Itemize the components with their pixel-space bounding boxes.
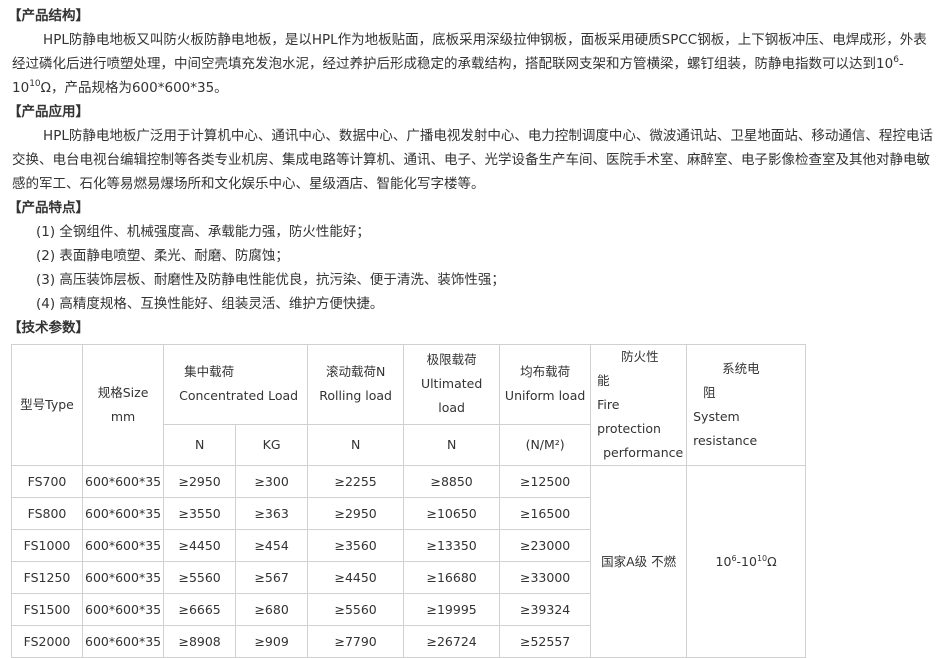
header-size: 规格Size mm: [81, 344, 165, 466]
cell-concentrated-n: ≥5560: [163, 561, 237, 594]
cell-uniform: ≥12500: [499, 465, 592, 498]
cell-system-resistance: 106-1010Ω: [686, 465, 807, 658]
header-rolling-cn: 滚动载荷N: [325, 364, 386, 380]
cell-size: 600*600*35: [81, 561, 165, 594]
structure-exponent-2: 10: [29, 79, 41, 89]
header-fire-cn-1: 防火性: [621, 349, 659, 364]
header-fire-en-1: Fire protection: [597, 397, 661, 436]
application-paragraph: HPL防静电地板广泛用于计算机中心、通讯中心、数据中心、广播电视发射中心、电力控…: [12, 128, 933, 192]
header-concentrated-cn: 集中载荷: [184, 364, 235, 380]
unit-n: N: [163, 423, 237, 467]
section-title-features: 【产品特点】: [8, 200, 89, 216]
cell-size: 600*600*35: [81, 529, 165, 562]
cell-concentrated-kg: ≥454: [235, 529, 309, 562]
cell-model: FS1500: [11, 593, 83, 626]
cell-ultimate: ≥26724: [403, 625, 501, 658]
cell-size: 600*600*35: [81, 465, 165, 498]
resistance-exponent-2: 10: [756, 553, 768, 563]
cell-uniform: ≥39324: [499, 593, 592, 626]
cell-ultimate: ≥19995: [403, 593, 501, 626]
table-row: FS700 600*600*35 ≥2950 ≥300 ≥2255 ≥8850 …: [11, 465, 807, 658]
unit-kg: KG: [235, 423, 309, 467]
header-concentrated-en: Concentrated Load: [179, 388, 299, 404]
cell-concentrated-n: ≥3550: [163, 497, 237, 530]
header-resistance-en: System resistance: [693, 409, 758, 448]
cell-concentrated-n: ≥2950: [163, 465, 237, 498]
spec-table: 型号Type 规格Size mm 集中载荷 Concentrated Load 滚动…: [11, 344, 807, 658]
cell-size: 600*600*35: [81, 625, 165, 658]
cell-ultimate: ≥10650: [403, 497, 501, 530]
cell-model: FS2000: [11, 625, 83, 658]
feature-item: (2) 表面静电喷塑、柔光、耐磨、防腐蚀；: [36, 248, 289, 264]
header-resistance-cn-1: 系统电: [722, 361, 760, 376]
section-title-structure: 【产品结构】: [8, 8, 89, 24]
cell-concentrated-kg: ≥680: [235, 593, 309, 626]
unit-n: N: [403, 423, 501, 467]
cell-rolling: ≥5560: [307, 593, 405, 626]
structure-text-3: Ω，产品规格为600*600*35。: [40, 80, 228, 96]
cell-uniform: ≥52557: [499, 625, 592, 658]
cell-model: FS1250: [11, 561, 83, 594]
resistance-unit: Ω: [767, 553, 777, 569]
section-title-application: 【产品应用】: [8, 104, 89, 120]
cell-concentrated-n: ≥4450: [163, 529, 237, 562]
cell-model: FS1000: [11, 529, 83, 562]
header-ultimate-cn: 极限载荷: [426, 352, 477, 368]
header-fire: 防火性能 Fire protection performance: [590, 344, 688, 466]
cell-rolling: ≥7790: [307, 625, 405, 658]
header-ultimate: 极限载荷 Ultimated load: [403, 344, 501, 425]
resistance-mid: -10: [736, 553, 757, 569]
section-title-specs: 【技术参数】: [8, 320, 89, 336]
cell-concentrated-kg: ≥363: [235, 497, 309, 530]
header-fire-cn-2: 能: [597, 373, 610, 388]
cell-uniform: ≥16500: [499, 497, 592, 530]
structure-text-1: HPL防静电地板又叫防火板防静电地板，是以HPL作为地板贴面，底板采用深级拉伸钢…: [12, 32, 927, 72]
cell-model: FS800: [11, 497, 83, 530]
header-size-unit: mm: [110, 409, 136, 424]
header-model: 型号Type: [11, 344, 83, 466]
unit-n-per-m2: (N/M²): [499, 423, 592, 467]
cell-uniform: ≥23000: [499, 529, 592, 562]
cell-concentrated-kg: ≥300: [235, 465, 309, 498]
cell-model: FS700: [11, 465, 83, 498]
cell-ultimate: ≥16680: [403, 561, 501, 594]
header-rolling: 滚动载荷N Rolling load: [307, 344, 405, 425]
document: 【产品结构】 HPL防静电地板又叫防火板防静电地板，是以HPL作为地板贴面，底板…: [0, 0, 944, 658]
cell-rolling: ≥3560: [307, 529, 405, 562]
cell-rolling: ≥2255: [307, 465, 405, 498]
header-uniform: 均布载荷 Uniform load: [499, 344, 592, 425]
cell-concentrated-n: ≥8908: [163, 625, 237, 658]
header-uniform-cn: 均布载荷: [520, 364, 571, 380]
cell-concentrated-n: ≥6665: [163, 593, 237, 626]
cell-uniform: ≥33000: [499, 561, 592, 594]
cell-ultimate: ≥13350: [403, 529, 501, 562]
unit-n: N: [307, 423, 405, 467]
header-ultimate-en: Ultimated load: [420, 376, 483, 416]
resistance-base-1: 10: [715, 553, 732, 569]
header-size-label: 规格Size: [97, 385, 149, 400]
cell-fire-rating: 国家A级 不燃: [590, 465, 688, 658]
header-concentrated: 集中载荷 Concentrated Load: [163, 344, 309, 425]
header-uniform-en: Uniform load: [504, 388, 586, 404]
cell-concentrated-kg: ≥567: [235, 561, 309, 594]
cell-rolling: ≥2950: [307, 497, 405, 530]
structure-paragraph: HPL防静电地板又叫防火板防静电地板，是以HPL作为地板贴面，底板采用深级拉伸钢…: [8, 28, 936, 100]
feature-item: (4) 高精度规格、互换性能好、组装灵活、维护方便快捷。: [36, 296, 384, 312]
cell-rolling: ≥4450: [307, 561, 405, 594]
feature-item: (1) 全钢组件、机械强度高、承载能力强，防火性能好；: [36, 224, 370, 240]
header-resistance: 系统电阻 System resistance: [686, 344, 807, 466]
cell-size: 600*600*35: [81, 497, 165, 530]
cell-size: 600*600*35: [81, 593, 165, 626]
feature-item: (3) 高压装饰层板、耐磨性及防静电性能优良，抗污染、便于清洗、装饰性强；: [36, 272, 505, 288]
header-rolling-en: Rolling load: [319, 388, 392, 404]
cell-concentrated-kg: ≥909: [235, 625, 309, 658]
header-fire-en-2: performance: [603, 445, 684, 460]
header-resistance-cn-2: 阻: [703, 385, 716, 400]
cell-ultimate: ≥8850: [403, 465, 501, 498]
